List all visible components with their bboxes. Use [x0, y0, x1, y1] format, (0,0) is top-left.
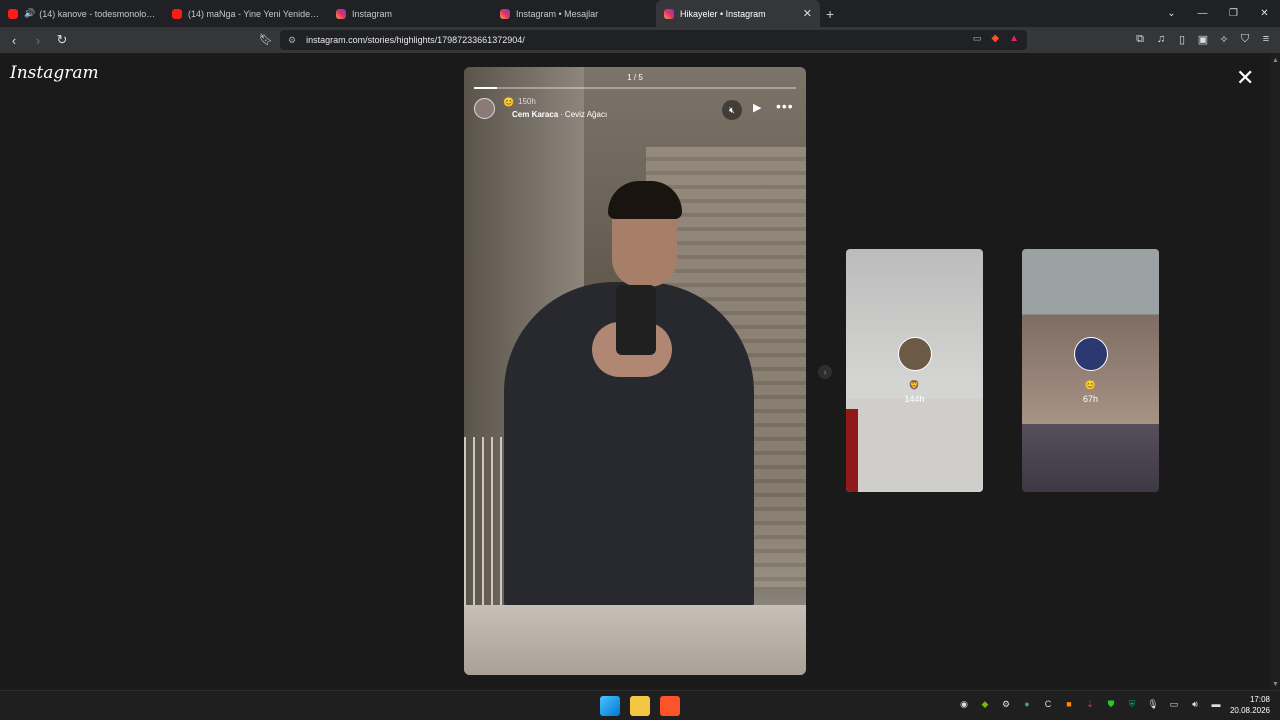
- media-icon[interactable]: ♫: [1155, 33, 1167, 46]
- minimize-icon[interactable]: —: [1187, 8, 1218, 19]
- window-controls: ⌄ — ❐ ✕: [1156, 0, 1280, 27]
- tab-instagram-messages[interactable]: Instagram • Mesajlar: [492, 0, 656, 27]
- tab-youtube-kanove[interactable]: 🔊 (14) kanove - todesmonolog (pro: [0, 0, 164, 27]
- tab-title: (14) maNga - Yine Yeni Yeniden (Yeni: [188, 8, 320, 19]
- system-tray: ◉ ◆ ⚙ ● C ■ ⇣ ⛊ ⛨ 🎙︎ ▭ 🔊︎ ▬: [958, 699, 1222, 710]
- battery-icon[interactable]: ▬: [1210, 699, 1222, 710]
- avatar: [1073, 337, 1108, 371]
- username[interactable]: Cem Karaca: [512, 110, 558, 119]
- tab-title: Instagram • Mesajlar: [516, 8, 599, 19]
- scroll-up-icon[interactable]: ▲: [1272, 57, 1279, 64]
- cast-icon[interactable]: ▭: [973, 33, 982, 44]
- instagram-stories-page: Instagram ✕ 1 / 5 😊 150h Cem Karaca · Cevi…: [0, 53, 1270, 690]
- site-info-icon[interactable]: ⚙: [288, 35, 296, 46]
- address-bar[interactable]: ⚙ instagram.com/stories/highlights/17987…: [280, 30, 1027, 50]
- preview-photo: [846, 399, 983, 492]
- volume-icon[interactable]: 🔊︎: [1189, 699, 1201, 710]
- leo-ai-icon[interactable]: ✧: [1218, 33, 1230, 46]
- defender-icon[interactable]: ⛨: [1126, 699, 1138, 710]
- reaction-emoji: 😊: [503, 97, 515, 107]
- sidebar-icon[interactable]: ▯: [1176, 33, 1188, 46]
- windows-taskbar: ◉ ◆ ⚙ ● C ■ ⇣ ⛊ ⛨ 🎙︎ ▭ 🔊︎ ▬ 17:08 20.08.…: [0, 690, 1280, 720]
- preview-emoji: 🦁: [908, 380, 921, 390]
- story-progress-bar: [474, 87, 796, 89]
- tray-app-icon[interactable]: ◉: [958, 699, 970, 710]
- tab-instagram-stories[interactable]: Hikayeler • Instagram ✕: [656, 0, 820, 27]
- brave-shields-icon[interactable]: ◆: [991, 33, 999, 44]
- ellipsis-icon[interactable]: •••: [776, 98, 794, 114]
- instagram-favicon-icon: [664, 8, 674, 19]
- tab-title: Hikayeler • Instagram: [680, 8, 766, 19]
- brave-rewards-icon[interactable]: ▲: [1009, 33, 1019, 44]
- muted-speaker-icon[interactable]: 🔇︎: [722, 100, 742, 120]
- restore-icon[interactable]: ❐: [1218, 8, 1249, 19]
- microphone-icon[interactable]: 🎙︎: [1147, 699, 1159, 710]
- tray-c-icon[interactable]: C: [1042, 699, 1054, 710]
- story-preview-card[interactable]: 😊 67h: [1022, 249, 1159, 492]
- wallet-icon[interactable]: ▣: [1197, 33, 1209, 46]
- back-icon[interactable]: ‹: [4, 33, 24, 48]
- plus-icon[interactable]: +: [826, 6, 834, 22]
- tray-orange-icon[interactable]: ■: [1063, 699, 1075, 710]
- windows-start-icon[interactable]: [600, 696, 620, 716]
- brave-browser-icon[interactable]: [660, 696, 680, 716]
- preview-photo-detail: [846, 409, 858, 492]
- youtube-favicon-icon: [8, 8, 18, 19]
- song-title[interactable]: Ceviz Ağacı: [565, 110, 607, 119]
- instagram-favicon-icon: [336, 8, 346, 19]
- instagram-favicon-icon: [500, 8, 510, 19]
- extensions-area: ⧉ ♫ ▯ ▣ ✧ ⛉ ≡: [1134, 33, 1272, 46]
- story-viewer[interactable]: 1 / 5 😊 150h Cem Karaca · Ceviz Ağacı 🔇︎ ▶…: [464, 67, 806, 675]
- avatar[interactable]: [474, 98, 495, 119]
- separator: ·: [560, 110, 563, 119]
- story-photo-phone: [616, 285, 656, 355]
- page-scrollbar[interactable]: ▲ ▼: [1270, 53, 1280, 690]
- extensions-icon[interactable]: ⧉: [1134, 33, 1146, 46]
- story-preview-card[interactable]: 🦁 144h: [846, 249, 983, 492]
- tab-instagram[interactable]: Instagram: [328, 0, 492, 27]
- youtube-favicon-icon: [172, 8, 182, 19]
- forward-icon[interactable]: ›: [28, 33, 48, 48]
- taskbar-clock[interactable]: 17:08 20.08.2026: [1230, 694, 1270, 716]
- scroll-down-icon[interactable]: ▼: [1272, 681, 1279, 688]
- reload-icon[interactable]: ↻: [52, 32, 72, 48]
- next-story-arrow-icon[interactable]: ›: [818, 365, 832, 379]
- speaker-icon[interactable]: 🔊: [24, 8, 35, 19]
- play-icon[interactable]: ▶: [753, 101, 761, 114]
- avatar: [897, 337, 932, 371]
- menu-icon[interactable]: ≡: [1260, 33, 1272, 46]
- tray-green-icon[interactable]: ●: [1021, 699, 1033, 710]
- story-photo-floor: [464, 605, 806, 675]
- tab-youtube-manga[interactable]: (14) maNga - Yine Yeni Yeniden (Yeni: [164, 0, 328, 27]
- preview-time-ago: 67h: [1082, 394, 1099, 404]
- tray-green-shield-icon[interactable]: ⛊: [1105, 699, 1117, 710]
- clock-time: 17:08: [1249, 695, 1270, 704]
- close-icon[interactable]: ✕: [1236, 67, 1254, 89]
- url-text[interactable]: instagram.com/stories/highlights/1798723…: [306, 35, 525, 45]
- close-tab-icon[interactable]: ✕: [803, 7, 812, 20]
- file-explorer-icon[interactable]: [630, 696, 650, 716]
- network-icon[interactable]: ▭: [1168, 699, 1180, 710]
- story-progress-fill: [474, 87, 497, 89]
- instagram-logo[interactable]: Instagram: [10, 63, 99, 83]
- tab-search-chevron-icon[interactable]: ⌄: [1156, 8, 1187, 19]
- tray-red-icon[interactable]: ⇣: [1084, 699, 1096, 710]
- window-close-icon[interactable]: ✕: [1249, 8, 1280, 19]
- clock-date: 20.08.2026: [1229, 706, 1270, 715]
- steam-icon[interactable]: ⚙: [1000, 699, 1012, 710]
- tab-strip: 🔊 (14) kanove - todesmonolog (pro (14) m…: [0, 0, 1280, 27]
- preview-time-ago: 144h: [904, 394, 925, 404]
- preview-emoji: 😊: [1084, 380, 1097, 390]
- bookmark-icon[interactable]: 🔖︎: [259, 33, 273, 46]
- taskbar-apps: [600, 696, 680, 716]
- nvidia-icon[interactable]: ◆: [979, 699, 991, 710]
- story-counter: 1 / 5: [627, 73, 643, 82]
- story-music-line[interactable]: Cem Karaca · Ceviz Ağacı: [512, 110, 607, 119]
- address-bar-actions: ▭ ◆ ▲: [973, 33, 1019, 44]
- tab-title: (14) kanove - todesmonolog (pro: [39, 8, 156, 19]
- vpn-icon[interactable]: ⛉: [1239, 33, 1251, 46]
- story-time-ago: 150h: [518, 97, 536, 106]
- tab-title: Instagram: [352, 8, 393, 19]
